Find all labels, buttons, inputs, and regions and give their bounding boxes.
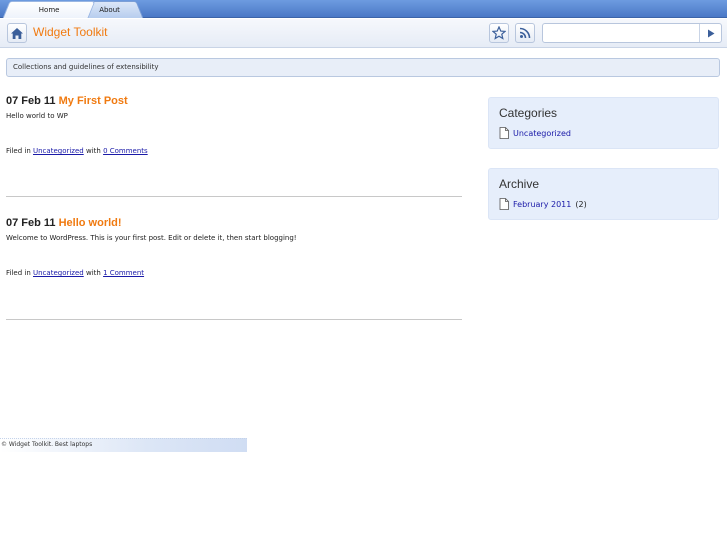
with-label: with — [85, 269, 101, 277]
star-icon — [492, 26, 506, 40]
tab-home-label: Home — [38, 6, 60, 14]
category-link[interactable]: Uncategorized — [513, 129, 571, 138]
site-description: Collections and guidelines of extensibil… — [6, 58, 720, 77]
post-title-row: 07 Feb 11 Hello world! — [6, 216, 462, 230]
bookmark-button[interactable] — [489, 23, 509, 43]
tab-home[interactable]: Home — [2, 1, 96, 18]
post-date: 07 Feb 11 — [6, 217, 56, 229]
post-category-link[interactable]: Uncategorized — [33, 147, 84, 155]
post-comments-link[interactable]: 0 Comments — [103, 147, 148, 155]
arrow-right-icon — [707, 29, 714, 37]
post-divider — [6, 196, 462, 197]
post-title-link[interactable]: My First Post — [59, 95, 128, 107]
post-category-link[interactable]: Uncategorized — [33, 269, 84, 277]
post-title-link[interactable]: Hello world! — [59, 217, 122, 229]
rss-button[interactable] — [515, 23, 535, 43]
filed-in-label: Filed in — [6, 269, 31, 277]
post-date: 07 Feb 11 — [6, 95, 56, 107]
page-icon — [499, 127, 509, 139]
with-label: with — [85, 147, 101, 155]
rss-icon — [519, 27, 531, 39]
category-item: Uncategorized — [499, 127, 571, 139]
search-input[interactable] — [543, 24, 699, 42]
page-icon — [499, 198, 509, 210]
categories-title: Categories — [499, 106, 558, 120]
tab-bar: About Home — [0, 0, 727, 18]
search-box — [542, 23, 722, 43]
footer: © Widget Toolkit. Best laptops — [0, 438, 247, 452]
post-title-row: 07 Feb 11 My First Post — [6, 94, 462, 108]
archive-count: (2) — [575, 199, 587, 209]
post-meta: Filed in Uncategorized with 0 Comments — [6, 147, 148, 155]
categories-widget: Categories Uncategorized — [488, 97, 719, 149]
post: 07 Feb 11 Hello world! Welcome to WordPr… — [6, 216, 462, 277]
search-submit-button[interactable] — [699, 24, 721, 42]
post-excerpt: Welcome to WordPress. This is your first… — [6, 234, 297, 242]
archive-widget: Archive February 2011 (2) — [488, 168, 719, 220]
filed-in-label: Filed in — [6, 147, 31, 155]
post: 07 Feb 11 My First Post Hello world to W… — [6, 94, 462, 155]
site-title[interactable]: Widget Toolkit — [33, 25, 107, 39]
post-divider — [6, 319, 462, 320]
post-comments-link[interactable]: 1 Comment — [103, 269, 144, 277]
archive-item: February 2011 (2) — [499, 198, 587, 210]
home-icon — [11, 27, 23, 39]
header-bar: Widget Toolkit — [0, 19, 727, 48]
archive-title: Archive — [499, 177, 540, 191]
archive-link[interactable]: February 2011 — [513, 200, 571, 209]
tab-about-label: About — [98, 6, 120, 14]
post-excerpt: Hello world to WP — [6, 112, 68, 120]
home-button[interactable] — [7, 23, 27, 43]
post-meta: Filed in Uncategorized with 1 Comment — [6, 269, 144, 277]
